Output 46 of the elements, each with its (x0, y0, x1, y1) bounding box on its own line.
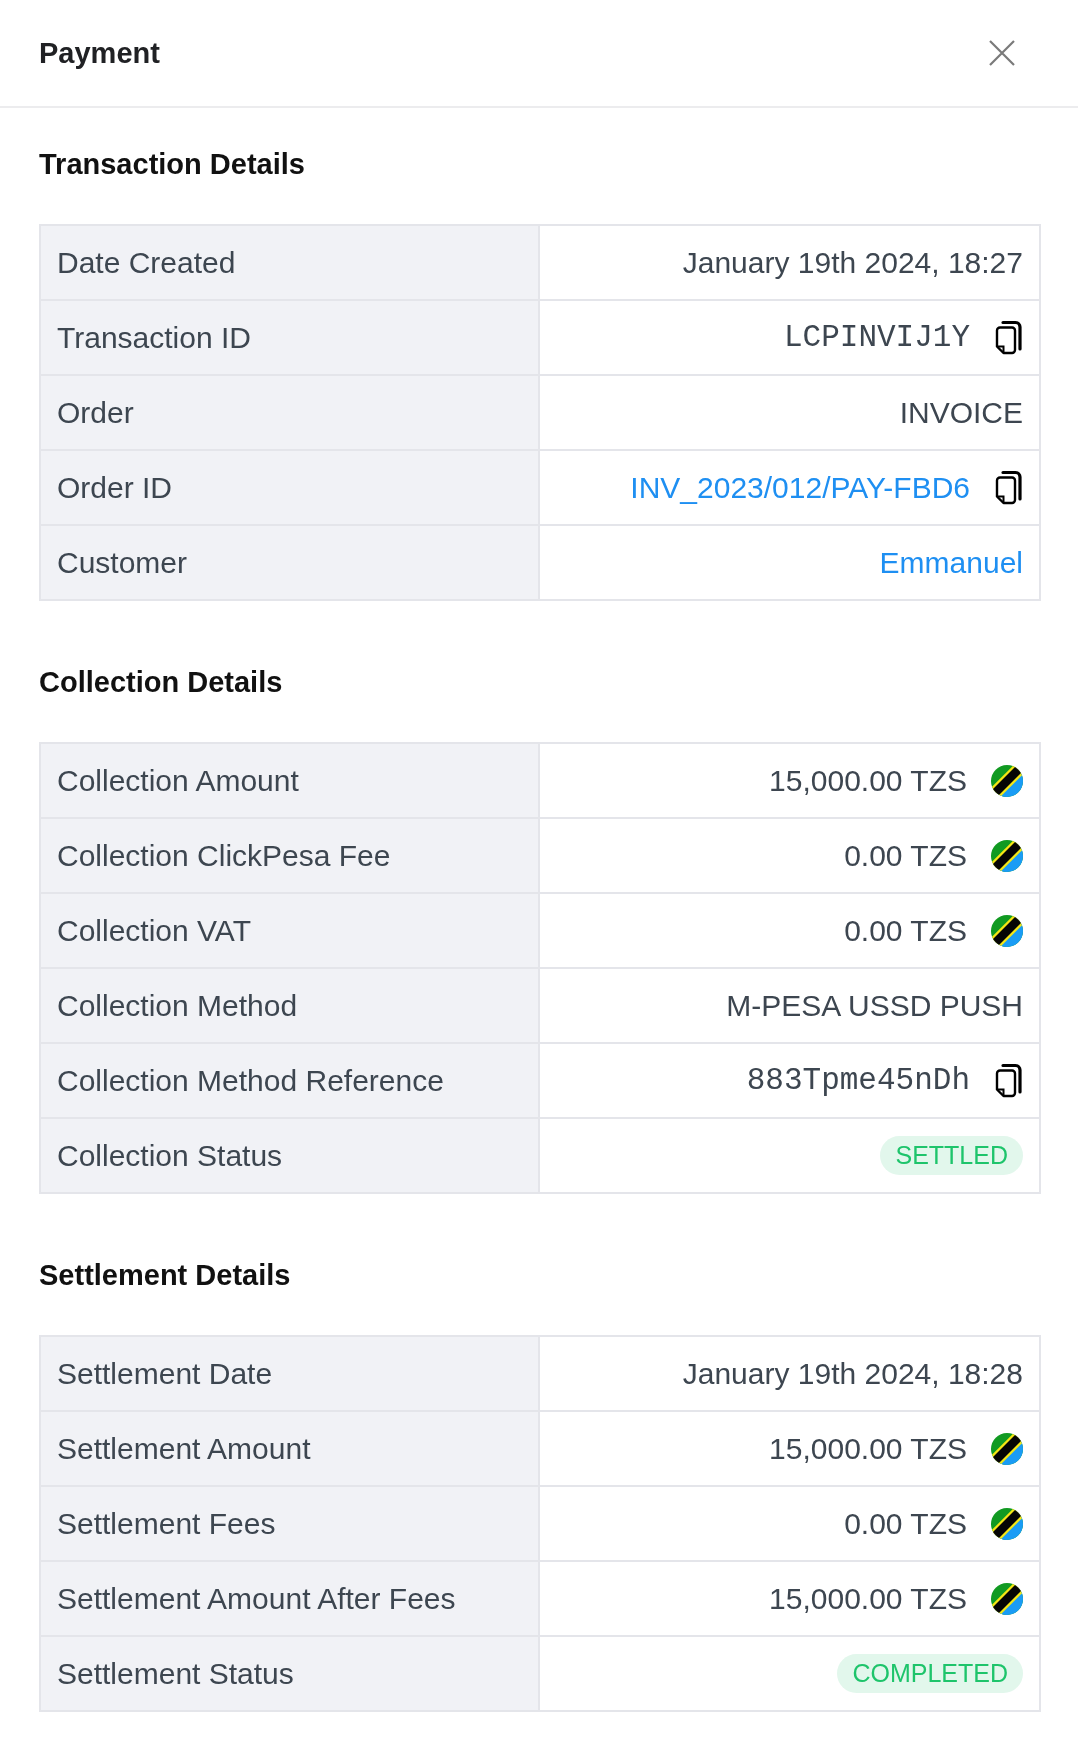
flag-icon (991, 764, 1023, 797)
section-heading: Collection Details (39, 665, 284, 699)
copy-icon[interactable] (994, 1063, 1023, 1098)
amount-value: 0.00 TZS (844, 913, 967, 948)
field-label: Customer (57, 545, 188, 580)
field-label: Collection Method Reference (57, 1063, 444, 1098)
field-label: Settlement Date (57, 1356, 273, 1391)
field-value: LCPINVIJ1Y (783, 320, 970, 355)
copy-icon[interactable] (994, 470, 1023, 505)
close-icon[interactable] (989, 40, 1015, 66)
value-link[interactable]: Emmanuel (879, 545, 1023, 580)
amount-value: 0.00 TZS (844, 838, 967, 873)
flag-icon (991, 1507, 1023, 1540)
field-label: Collection Amount (57, 763, 299, 798)
field-label: Collection Method (57, 988, 298, 1023)
field-label: Settlement Fees (57, 1506, 276, 1541)
field-value: INVOICE (899, 395, 1023, 430)
value-link[interactable]: INV_2023/012/PAY-FBD6 (630, 470, 970, 505)
field-label: Settlement Amount (57, 1431, 311, 1466)
field-label: Order (57, 395, 134, 430)
amount-value: 0.00 TZS (844, 1506, 967, 1541)
copy-icon[interactable] (994, 320, 1023, 355)
field-value: January 19th 2024, 18:27 (682, 245, 1023, 280)
status-badge: COMPLETED (837, 1654, 1023, 1693)
field-label: Order ID (57, 470, 173, 505)
field-value: M-PESA USSD PUSH (726, 988, 1023, 1023)
flag-icon (991, 1432, 1023, 1465)
field-label: Collection ClickPesa Fee (57, 838, 391, 873)
field-label: Settlement Amount After Fees (57, 1581, 456, 1616)
status-badge: SETTLED (880, 1136, 1023, 1175)
flag-icon (991, 1582, 1023, 1615)
field-label: Transaction ID (57, 320, 251, 355)
flag-icon (991, 914, 1023, 947)
field-label: Settlement Status (57, 1656, 294, 1691)
field-value: 883Tpme45nDh (746, 1063, 970, 1098)
flag-icon (991, 839, 1023, 872)
field-label: Collection VAT (57, 913, 251, 948)
section-heading: Transaction Details (39, 147, 306, 181)
amount-value: 15,000.00 TZS (769, 1431, 967, 1466)
field-label: Collection Status (57, 1138, 283, 1173)
amount-value: 15,000.00 TZS (769, 1581, 967, 1616)
dialog-title: Payment (39, 36, 160, 70)
section-heading: Settlement Details (39, 1258, 292, 1292)
field-label: Date Created (57, 245, 236, 280)
field-value: January 19th 2024, 18:28 (682, 1356, 1023, 1391)
amount-value: 15,000.00 TZS (769, 763, 967, 798)
